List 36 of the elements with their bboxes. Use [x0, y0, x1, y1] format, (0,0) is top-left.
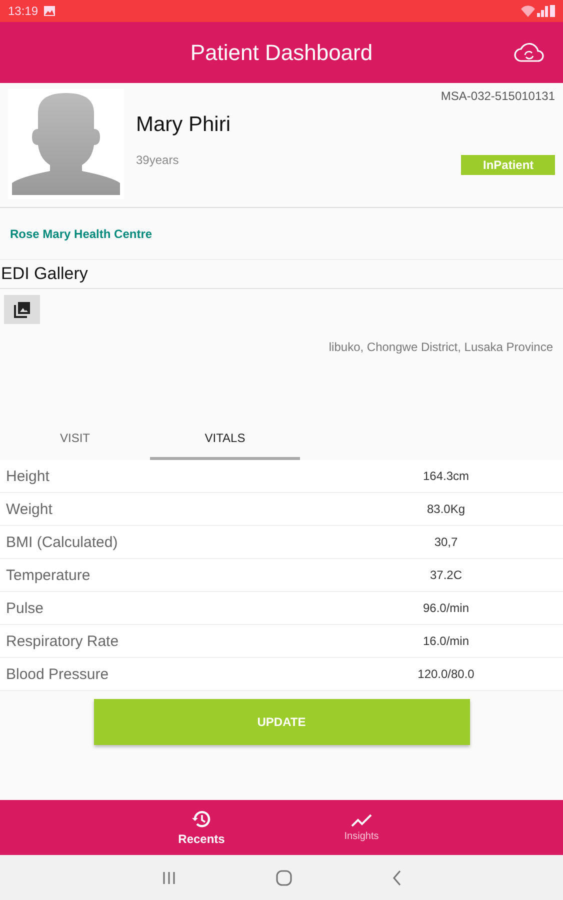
vital-label: Weight — [5, 500, 54, 518]
vital-label: Respiratory Rate — [5, 632, 120, 650]
status-time: 13:19 — [8, 4, 38, 18]
vital-value: 120.0/80.0 — [416, 667, 476, 681]
vital-value: 96.0/min — [422, 601, 470, 615]
vital-label: BMI (Calculated) — [5, 534, 119, 550]
gallery-button[interactable] — [4, 295, 40, 324]
patient-id: MSA-032-515010131 — [440, 89, 555, 103]
facility-name: Rose Mary Health Centre — [10, 226, 152, 240]
back-icon[interactable] — [392, 870, 402, 886]
status-badge: InPatient — [461, 155, 555, 175]
nav-item[interactable]: Insights — [322, 800, 402, 855]
vital-label: Height — [5, 468, 50, 484]
vital-label: Blood Pressure — [5, 666, 110, 682]
cloud-sync-icon[interactable] — [513, 40, 545, 64]
recent-apps-icon[interactable] — [162, 870, 176, 884]
tab[interactable]: VISIT — [0, 418, 150, 460]
vital-label: Temperature — [5, 566, 92, 584]
history-icon — [192, 809, 212, 829]
vital-value: 164.3cm — [422, 469, 470, 483]
vital-label: Pulse — [5, 600, 45, 616]
vital-value: 30,7 — [433, 535, 459, 549]
photo-library-icon — [13, 300, 31, 318]
vital-value: 16.0/min — [422, 634, 470, 648]
vital-value: 37.2C — [428, 568, 464, 582]
signal-icon — [521, 5, 555, 17]
address: libuko, Chongwe District, Lusaka Province — [328, 340, 553, 354]
home-icon[interactable] — [276, 870, 292, 886]
app-title: Patient Dashboard — [190, 40, 373, 66]
nav-item[interactable]: Recents — [162, 800, 242, 855]
patient-age: 39years — [136, 153, 180, 167]
patient-name: Mary Phiri — [136, 113, 232, 137]
gallery-title: EDI Gallery — [0, 260, 563, 289]
image-icon — [44, 6, 56, 16]
trend-icon — [350, 814, 372, 828]
vital-value: 83.0Kg — [426, 502, 466, 516]
